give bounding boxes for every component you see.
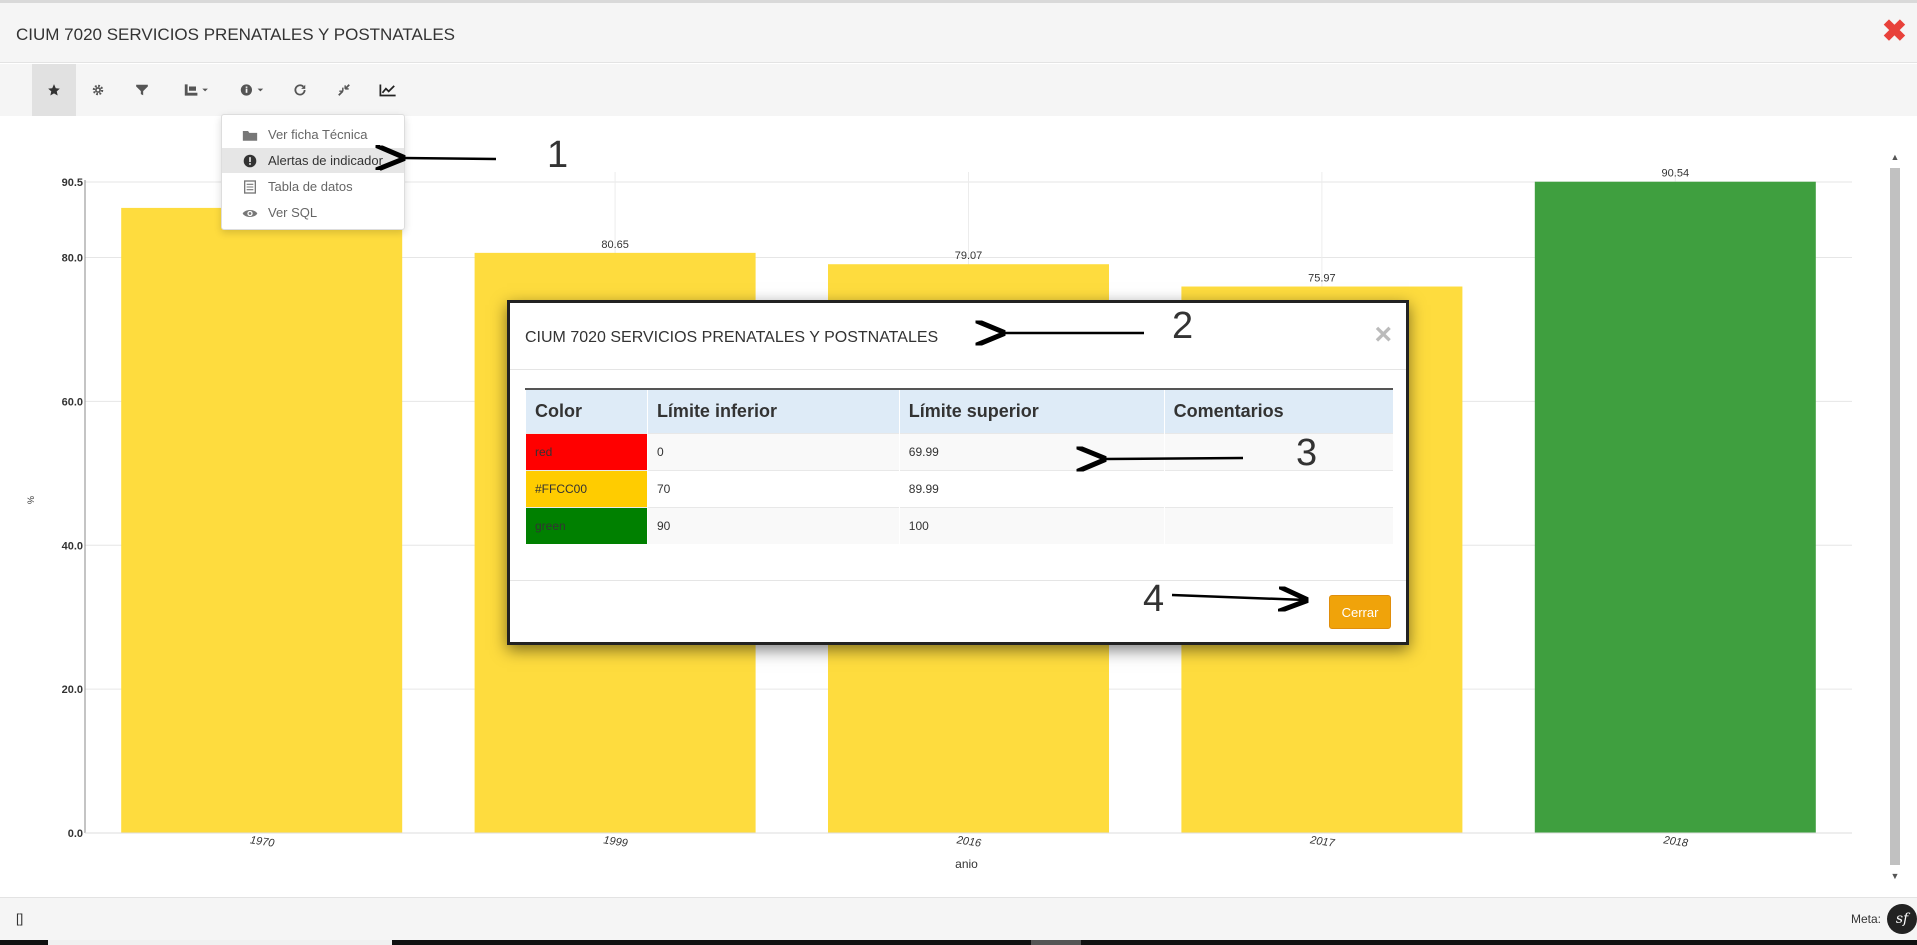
modal-footer: Cerrar [510,580,1406,642]
modal-title: CIUM 7020 SERVICIOS PRENATALES Y POSTNAT… [525,329,939,346]
table-icon [242,179,258,195]
lower-limit-cell: 0 [646,432,900,470]
eye-icon [242,205,258,221]
menu-item-label: Alertas de indicador [268,153,383,168]
line-chart-button[interactable] [366,64,410,116]
filter-button[interactable] [120,64,164,116]
taskbar-segment [1031,940,1081,945]
upper-limit-cell: 69.99 [898,432,1165,470]
settings-button[interactable] [76,64,120,116]
refresh-button[interactable] [278,64,322,116]
modal-header: CIUM 7020 SERVICIOS PRENATALES Y POSTNAT… [510,303,1406,370]
filter-icon [136,84,148,96]
alerts-modal: CIUM 7020 SERVICIOS PRENATALES Y POSTNAT… [507,300,1409,645]
chart-type-icon [184,84,208,96]
info-icon [240,84,264,96]
star-icon [48,84,60,96]
modal-body: Color Límite inferior Límite superior Co… [525,388,1393,544]
y-tick-label: 60.0 [62,396,83,408]
upper-limit-cell: 100 [898,506,1165,544]
column-header-upper: Límite superior [898,388,1165,433]
scroll-up-arrow-icon[interactable]: ▲ [1888,152,1902,164]
bottom-bar [0,940,1917,945]
y-tick-label: 20.0 [62,684,83,696]
annotation-number: 1 [547,134,569,176]
window-footer: [] Meta: sf [0,897,1917,940]
annotation-number: 4 [1143,578,1165,620]
column-header-comments: Comentarios [1163,388,1393,433]
comments-cell [1163,506,1393,544]
menu-item-label: Ver ficha Técnica [268,127,368,142]
gear-icon [92,84,104,96]
annotation-number: 3 [1296,432,1318,474]
table-header-row: Color Límite inferior Límite superior Co… [525,388,1393,433]
info-dropdown[interactable] [226,64,278,116]
lower-limit-cell: 70 [646,469,900,507]
comments-cell [1163,432,1393,470]
window-header: CIUM 7020 SERVICIOS PRENATALES Y POSTNAT… [0,3,1917,63]
refresh-icon [294,84,306,96]
chart-toolbar [0,64,1917,116]
symfony-toolbar-icon[interactable]: sf [1887,904,1917,934]
scroll-thumb[interactable] [1890,168,1900,865]
window-title: CIUM 7020 SERVICIOS PRENATALES Y POSTNAT… [16,25,456,44]
y-tick-label: 90.5 [62,177,83,189]
x-axis-title: anio [955,857,978,871]
line-chart-icon [379,84,396,97]
vertical-scrollbar[interactable]: ▲ ▼ [1887,152,1901,883]
data-label: 90.54 [1662,168,1690,180]
table-row: green 90 100 [525,506,1393,544]
menu-item-ver-sql[interactable]: Ver SQL [222,200,404,225]
color-swatch-cell: #FFCC00 [525,469,648,507]
favorite-button[interactable] [32,64,76,116]
menu-item-tabla-datos[interactable]: Tabla de datos [222,174,404,199]
bar [121,207,403,834]
exclamation-circle-icon [242,153,258,169]
window-close-icon[interactable]: ✖ [1882,17,1907,47]
color-swatch-cell: red [525,432,648,470]
table-row: #FFCC00 70 89.99 [525,469,1393,507]
scroll-down-arrow-icon[interactable]: ▼ [1888,871,1902,883]
upper-limit-cell: 89.99 [898,469,1165,507]
column-header-color: Color [525,388,648,433]
x-tick-label: 1970 [249,834,276,849]
x-tick-label: 1999 [603,834,629,849]
color-swatch-cell: green [525,506,648,544]
chart-type-dropdown[interactable] [170,64,222,116]
compress-icon [338,84,350,96]
annotation-number: 2 [1172,305,1194,347]
y-tick-label: 40.0 [62,540,83,552]
lower-limit-cell: 90 [646,506,900,544]
y-tick-label: 80.0 [62,253,83,265]
footer-toggle[interactable]: [] [16,911,23,926]
modal-close-icon[interactable]: × [1374,320,1392,350]
folder-icon [242,127,258,143]
x-tick-label: 2017 [1308,834,1336,850]
close-button[interactable]: Cerrar [1329,595,1391,629]
column-header-lower: Límite inferior [646,388,900,433]
data-label: 79.07 [955,250,983,262]
comments-cell [1163,469,1393,507]
table-row: red 0 69.99 [525,432,1393,470]
menu-item-alertas[interactable]: Alertas de indicador [222,148,404,173]
bar [1534,181,1816,833]
x-tick-label: 2016 [955,834,983,850]
meta-label: Meta: [1850,912,1881,926]
menu-item-ficha-tecnica[interactable]: Ver ficha Técnica [222,122,404,147]
taskbar-segment [48,940,392,945]
info-menu: Ver ficha Técnica Alertas de indicador T… [221,114,405,230]
compress-button[interactable] [322,64,366,116]
y-tick-label: 0.0 [68,828,83,840]
menu-item-label: Tabla de datos [268,179,353,194]
data-label: 80.65 [601,239,629,251]
y-axis-title: % [26,496,36,504]
menu-item-label: Ver SQL [268,205,318,220]
data-label: 75.97 [1308,273,1336,285]
x-tick-label: 2018 [1662,834,1690,850]
alerts-table: Color Límite inferior Límite superior Co… [525,388,1393,544]
